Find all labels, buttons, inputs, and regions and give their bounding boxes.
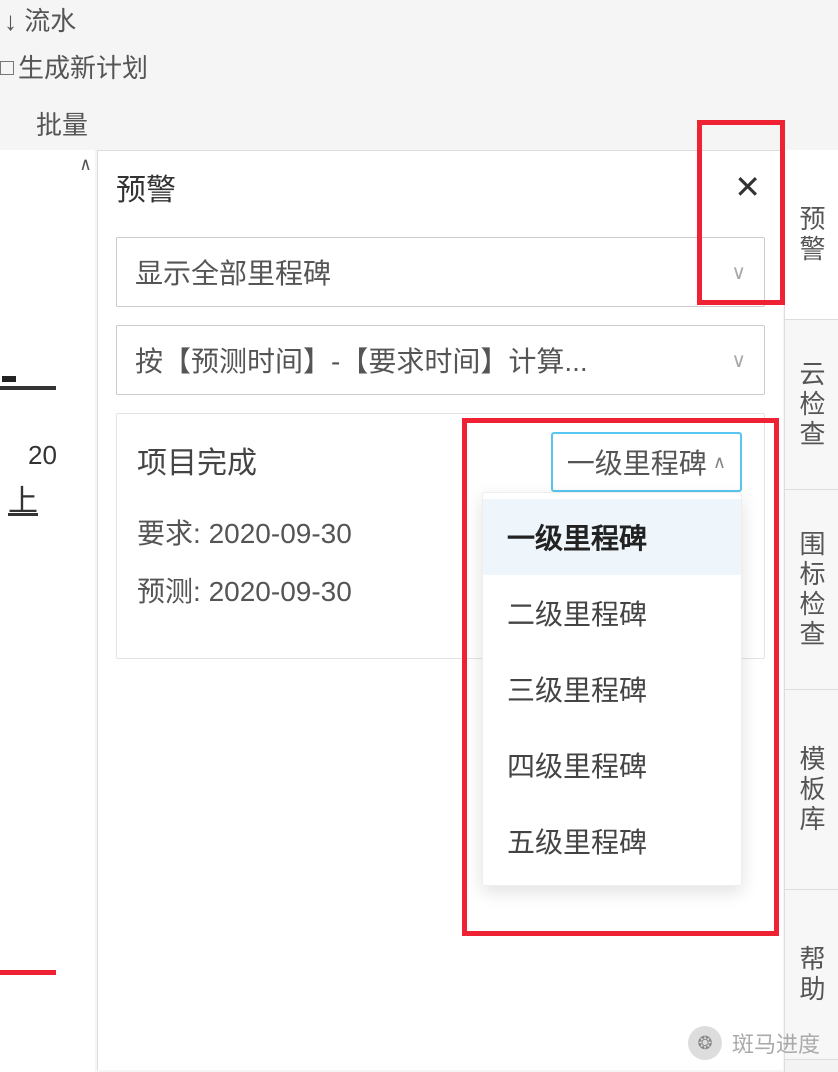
dropdown-option[interactable]: 三级里程碑 bbox=[483, 651, 741, 727]
select-label: 按【预测时间】-【要求时间】计算... bbox=[135, 340, 588, 380]
watermark: ❂ 斑马进度 bbox=[688, 1026, 820, 1060]
dropdown-option[interactable]: 二级里程碑 bbox=[483, 575, 741, 651]
chevron-down-icon: ∨ bbox=[731, 348, 746, 373]
milestone-filter-select[interactable]: 显示全部里程碑 ∨ bbox=[116, 237, 765, 307]
timeline-mark bbox=[0, 386, 56, 390]
wechat-icon: ❂ bbox=[688, 1026, 722, 1060]
chevron-up-icon: ∧ bbox=[713, 452, 726, 473]
mini-select-label: 一级里程碑 bbox=[567, 442, 707, 482]
milestone-level-dropdown: 一级里程碑 二级里程碑 三级里程碑 四级里程碑 五级里程碑 bbox=[482, 492, 742, 886]
dropdown-option[interactable]: 四级里程碑 bbox=[483, 727, 741, 803]
panel-title: 预警 bbox=[116, 165, 176, 209]
menu-item-flow[interactable]: ↓ 流水 bbox=[0, 2, 148, 41]
menu-item-new-plan[interactable]: 生成新计划 bbox=[0, 49, 148, 88]
tab-cloud-check[interactable]: 云检查 bbox=[785, 320, 838, 490]
chevron-down-icon: ∨ bbox=[731, 260, 746, 285]
label-shang: 上 bbox=[8, 476, 38, 520]
top-menu: ↓ 流水 生成新计划 批量 bbox=[0, 0, 148, 145]
plan-icon bbox=[0, 61, 14, 75]
calc-basis-select[interactable]: 按【预测时间】-【要求时间】计算... ∨ bbox=[116, 325, 765, 395]
right-tabbar: 预警 云检查 围标检查 模板库 帮助 bbox=[784, 150, 838, 1072]
dropdown-option[interactable]: 一级里程碑 bbox=[483, 499, 741, 575]
left-gutter: ∧ 20 上 bbox=[0, 150, 95, 1072]
tab-templates[interactable]: 模板库 bbox=[785, 690, 838, 890]
red-marker bbox=[0, 970, 56, 975]
select-label: 显示全部里程碑 bbox=[135, 252, 331, 292]
alert-panel: 预警 ✕ 显示全部里程碑 ∨ 按【预测时间】-【要求时间】计算... ∨ 项目完… bbox=[97, 150, 783, 1070]
menu-item-batch[interactable]: 批量 bbox=[0, 106, 148, 145]
dropdown-option[interactable]: 五级里程碑 bbox=[483, 803, 741, 879]
tab-alert[interactable]: 预警 bbox=[785, 150, 838, 320]
milestone-level-select[interactable]: 一级里程碑 ∧ bbox=[551, 432, 742, 492]
scroll-up-icon[interactable]: ∧ bbox=[80, 154, 91, 175]
close-icon[interactable]: ✕ bbox=[730, 167, 765, 207]
year-fragment: 20 bbox=[28, 440, 57, 471]
project-card: 项目完成 要求: 2020-09-30 预测: 2020-09-30 一级里程碑… bbox=[116, 413, 765, 659]
timeline-mark bbox=[0, 374, 18, 384]
tab-bid-check[interactable]: 围标检查 bbox=[785, 490, 838, 690]
watermark-text: 斑马进度 bbox=[732, 1027, 820, 1059]
